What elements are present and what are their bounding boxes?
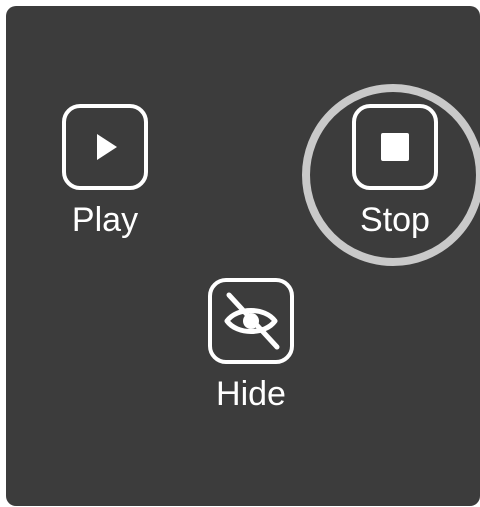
stop-label: Stop <box>360 201 430 239</box>
hide-button[interactable]: Hide <box>196 278 306 418</box>
stop-icon-frame <box>352 104 438 190</box>
stop-icon <box>381 133 409 161</box>
media-controls-panel: Play Stop Hide <box>6 6 480 506</box>
play-label: Play <box>71 201 139 239</box>
eye-slash-icon-frame <box>208 278 294 364</box>
eye-slash-icon <box>224 292 280 350</box>
play-icon-frame <box>62 104 148 190</box>
stop-button[interactable]: Stop <box>340 104 450 244</box>
hide-label: Hide <box>216 375 286 413</box>
play-button[interactable]: Play <box>50 104 160 244</box>
play-icon <box>97 134 117 160</box>
